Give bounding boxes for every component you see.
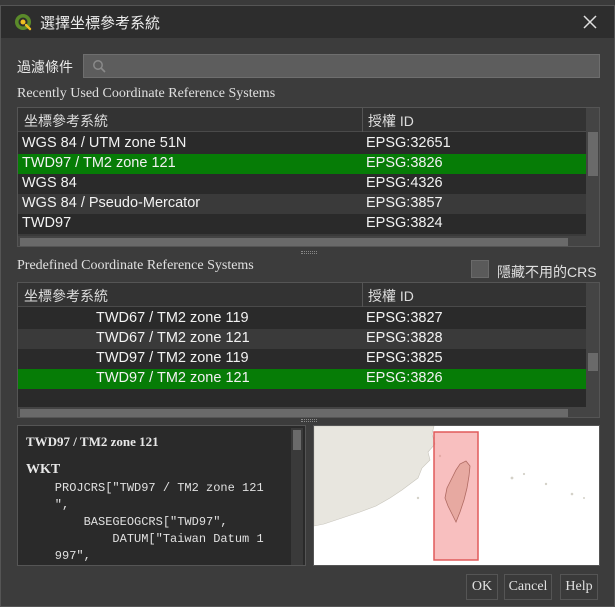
predefined-vertical-scrollbar[interactable]: [586, 283, 599, 417]
splitter-handle[interactable]: [301, 251, 317, 254]
dialog-title: 選擇坐標參考系統: [40, 14, 161, 32]
recent-horizontal-scrollbar[interactable]: [18, 236, 586, 246]
authority-id-cell: EPSG:3824: [366, 215, 443, 231]
predefined-table-header: 坐標參考系統 授權 ID: [18, 283, 599, 307]
crs-extent-map: [313, 425, 600, 566]
crs-name-cell: TWD97 / TM2 zone 121: [22, 155, 176, 171]
hide-deprecated-checkbox[interactable]: [471, 260, 489, 278]
table-row[interactable]: TWD97 EPSG:3824: [18, 214, 586, 234]
table-row[interactable]: TWD97 / TM2 zone 121 EPSG:3826: [18, 154, 586, 174]
filter-field[interactable]: [83, 54, 600, 78]
authority-id-cell: EPSG:32651: [366, 135, 451, 151]
details-vertical-scrollbar[interactable]: [291, 428, 303, 565]
table-row[interactable]: TWD97 / TM2 zone 119 EPSG:3825: [18, 349, 586, 369]
splitter-handle[interactable]: [301, 419, 317, 422]
crs-name-cell: WGS 84: [22, 175, 77, 191]
island: [510, 476, 514, 480]
column-header-crs[interactable]: 坐標參考系統: [24, 111, 108, 131]
predefined-crs-table: 坐標參考系統 授權 ID TWD67 / TM2 zone 119 EPSG:38…: [17, 282, 600, 418]
authority-id-cell: EPSG:3857: [366, 195, 443, 211]
column-header-authority-id[interactable]: 授權 ID: [368, 286, 414, 306]
extent-map-canvas: [314, 426, 599, 565]
close-button[interactable]: [580, 12, 600, 32]
island: [544, 482, 548, 486]
table-row[interactable]: WGS 84 / UTM zone 51N EPSG:32651: [18, 134, 586, 154]
crs-details-panel: TWD97 / TM2 zone 121 WKT PROJCRS["TWD97 …: [17, 425, 306, 566]
column-header-authority-id[interactable]: 授權 ID: [368, 111, 414, 131]
predefined-crs-title: Predefined Coordinate Reference Systems: [17, 258, 254, 273]
island: [583, 497, 585, 499]
hide-deprecated-label: 隱藏不用的CRS: [497, 264, 597, 280]
search-icon: [93, 60, 106, 73]
ok-button[interactable]: OK: [466, 574, 498, 600]
filter-label: 過濾條件: [17, 59, 73, 75]
predefined-horizontal-scrollbar[interactable]: [18, 407, 586, 417]
column-header-crs[interactable]: 坐標參考系統: [24, 286, 108, 306]
table-row[interactable]: TWD67 / TM2 zone 119 EPSG:3827: [18, 309, 586, 329]
recent-vertical-scrollbar[interactable]: [586, 108, 599, 246]
table-row[interactable]: WGS 84 EPSG:4326: [18, 174, 586, 194]
recent-table-header: 坐標參考系統 授權 ID: [18, 108, 599, 132]
table-row[interactable]: TWD97 / TM2 zone 121 EPSG:3826: [18, 369, 586, 389]
qgis-app-icon: [15, 14, 32, 31]
filter-input[interactable]: [112, 57, 592, 75]
authority-id-cell: EPSG:3826: [366, 155, 443, 171]
crs-name-cell: WGS 84 / UTM zone 51N: [22, 135, 187, 151]
wkt-heading: WKT: [26, 462, 61, 477]
recent-crs-title: Recently Used Coordinate Reference Syste…: [17, 86, 276, 101]
crs-name-cell: TWD97 / TM2 zone 119: [96, 350, 249, 366]
wkt-text: PROJCRS["TWD97 / TM2 zone 121 ", BASEGEO…: [54, 481, 264, 563]
recent-crs-table: 坐標參考系統 授權 ID WGS 84 / UTM zone 51N EPSG:3…: [17, 107, 600, 247]
title-bar: 選擇坐標參考系統: [1, 6, 614, 38]
table-row[interactable]: TWD67 / TM2 zone 121 EPSG:3828: [18, 329, 586, 349]
island: [416, 496, 420, 500]
island: [570, 492, 574, 496]
island: [522, 472, 526, 476]
authority-id-cell: EPSG:4326: [366, 175, 443, 191]
close-icon: [583, 15, 597, 29]
help-button[interactable]: Help: [560, 574, 598, 600]
authority-id-cell: EPSG:3828: [366, 330, 443, 346]
crs-name-cell: TWD97 / TM2 zone 121: [96, 370, 250, 386]
crs-name-cell: WGS 84 / Pseudo-Mercator: [22, 195, 201, 211]
crs-selector-dialog: 選擇坐標參考系統 過濾條件 Recently Used Coordinate R…: [0, 5, 615, 607]
crs-name-cell: TWD67 / TM2 zone 121: [96, 330, 250, 346]
authority-id-cell: EPSG:3825: [366, 350, 443, 366]
selected-crs-name: TWD97 / TM2 zone 121: [26, 434, 159, 449]
cancel-button[interactable]: Cancel: [504, 574, 552, 600]
crs-name-cell: TWD97: [22, 215, 72, 231]
authority-id-cell: EPSG:3826: [366, 370, 443, 386]
table-row[interactable]: WGS 84 / Pseudo-Mercator EPSG:3857: [18, 194, 586, 214]
authority-id-cell: EPSG:3827: [366, 310, 443, 326]
crs-name-cell: TWD67 / TM2 zone 119: [96, 310, 249, 326]
